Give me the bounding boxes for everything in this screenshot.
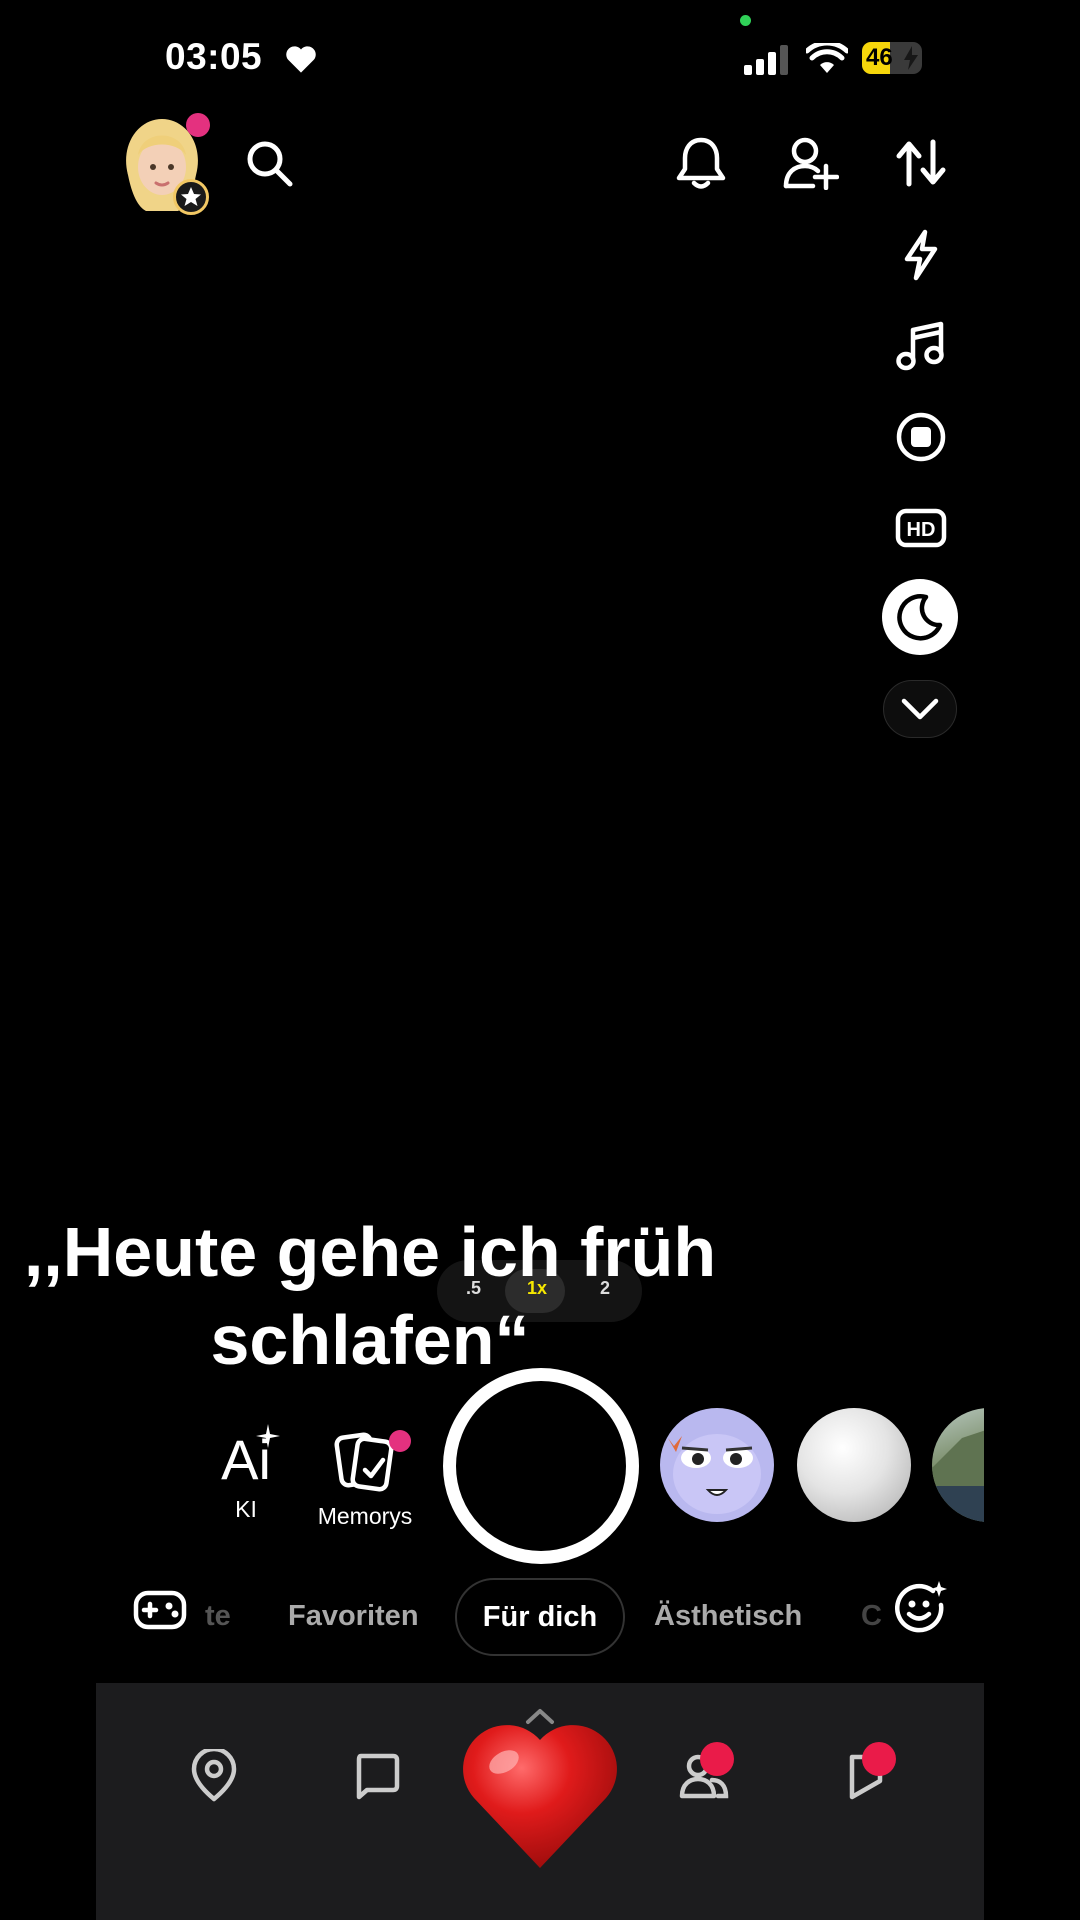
shutter-button[interactable] [443, 1368, 639, 1564]
face-lens-icon [668, 1434, 761, 1514]
add-friend-icon [783, 137, 839, 190]
lens-sphere[interactable] [797, 1408, 911, 1522]
friends-notification-badge [700, 1742, 734, 1776]
caption-line-2: schlafen“ [210, 1301, 530, 1379]
nav-chat-button[interactable] [347, 1746, 407, 1806]
ai-tool-label: KI [235, 1496, 257, 1522]
caption-line-1: ,,Heute gehe ich früh [23, 1213, 717, 1291]
lens-tab-favoriten[interactable]: Favoriten [288, 1600, 419, 1633]
nav-map-button[interactable] [184, 1746, 244, 1806]
svg-text:HD: HD [907, 519, 936, 541]
night-mode-button[interactable] [882, 579, 958, 655]
lens-explorer-button[interactable] [890, 1578, 950, 1638]
flash-icon [904, 229, 938, 281]
ai-tool-button[interactable]: Ai KI [206, 1424, 286, 1523]
camera-in-use-indicator [740, 15, 751, 26]
chat-icon [356, 1753, 400, 1800]
search-button[interactable] [239, 133, 299, 193]
flash-button[interactable] [891, 225, 951, 285]
charging-bolt-icon [904, 46, 918, 70]
smiley-sparkle-icon [894, 1581, 947, 1633]
hd-button[interactable]: HD [891, 498, 951, 558]
lens-tab-partial-left[interactable]: te [205, 1600, 231, 1633]
heart-icon [286, 46, 316, 73]
notifications-button[interactable] [671, 133, 731, 193]
music-icon [896, 321, 944, 371]
record-button[interactable] [891, 407, 951, 467]
status-time: 03:05 [165, 36, 263, 77]
bell-icon [676, 137, 726, 189]
star-badge-icon [173, 179, 209, 215]
music-button[interactable] [891, 316, 951, 376]
lens-tab-partial-right[interactable]: C [861, 1600, 882, 1633]
lens-tab-fuer-dich[interactable]: Für dich [455, 1578, 625, 1656]
memories-label: Memorys [317, 1503, 413, 1529]
expand-chevron-icon [901, 698, 939, 720]
carousel-edge [984, 1380, 1080, 1560]
record-icon [896, 412, 946, 462]
expand-toolbar-button[interactable] [883, 680, 957, 738]
stories-notification-badge [862, 1742, 896, 1776]
night-mode-icon [897, 594, 943, 641]
notification-dot [186, 113, 210, 137]
lens-tab-aesthetisch[interactable]: Ästhetisch [654, 1600, 802, 1633]
flip-camera-icon [896, 139, 946, 187]
search-icon [247, 141, 293, 187]
add-friend-button[interactable] [781, 133, 841, 193]
wifi-icon [806, 43, 848, 73]
map-icon [191, 1749, 237, 1802]
memories-button[interactable]: Memorys [303, 1430, 427, 1530]
flip-camera-button[interactable] [891, 133, 951, 193]
caption-text[interactable]: ,,Heute gehe ich früh schlafen“ [0, 1208, 740, 1384]
camera-heart-icon[interactable] [462, 1712, 618, 1872]
signal-icon [744, 45, 788, 75]
memories-notification-dot [389, 1430, 411, 1452]
hd-icon: HD [895, 508, 947, 548]
lens-face[interactable] [660, 1408, 774, 1522]
sparkle-icon [256, 1424, 280, 1448]
gamepad-icon [133, 1590, 187, 1630]
games-button[interactable] [128, 1580, 192, 1640]
